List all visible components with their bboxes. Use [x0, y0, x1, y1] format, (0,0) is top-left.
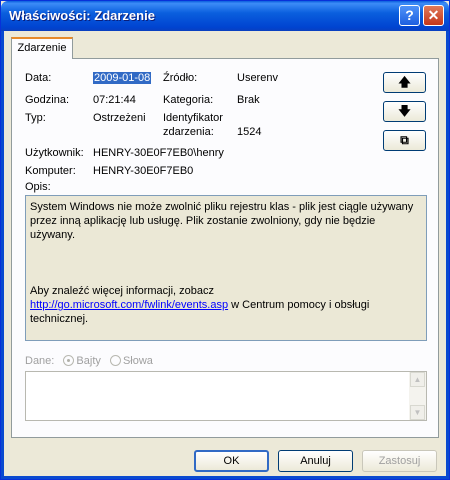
help-button[interactable]: ? [399, 5, 420, 26]
ident-value: 1524 [237, 126, 262, 138]
bytes-label: Bajty [76, 355, 101, 367]
copy-button[interactable]: ⧉ [383, 130, 426, 151]
description-text: System Windows nie może zwolnić pliku re… [30, 201, 414, 241]
scroll-down-icon[interactable]: ▼ [410, 405, 425, 420]
apply-button[interactable]: Zastosuj [362, 450, 437, 472]
bytes-option[interactable]: Bajty [63, 355, 101, 367]
kategoria-value: Brak [237, 94, 260, 106]
window-border-right [446, 31, 449, 477]
ident-label-2: zdarzenia: [163, 126, 214, 138]
description-box[interactable]: System Windows nie może zwolnić pliku re… [25, 195, 427, 341]
close-button[interactable]: ✕ [423, 5, 444, 26]
tab-zdarzenie[interactable]: Zdarzenie [11, 37, 73, 59]
uzytkownik-label: Użytkownik: [25, 147, 84, 159]
scroll-up-icon[interactable]: ▲ [410, 372, 425, 387]
typ-value: Ostrzeżeni [93, 112, 146, 124]
typ-label: Typ: [25, 112, 46, 124]
dane-label: Dane: [25, 355, 55, 367]
window-border-left [1, 31, 4, 477]
data-value[interactable]: 2009-01-08 [93, 72, 152, 84]
title-bar[interactable]: Właściwości: Zdarzenie ? ✕ [1, 1, 449, 31]
radio-empty-icon [109, 355, 121, 366]
description-more-info: Aby znaleźć więcej informacji, zobacz ht… [30, 284, 422, 326]
zrodlo-value: Userenv [237, 72, 278, 84]
radio-selected-icon [63, 355, 75, 366]
komputer-value: HENRY-30E0F7EB0 [93, 165, 194, 177]
komputer-label: Komputer: [25, 165, 76, 177]
help-link[interactable]: http://go.microsoft.com/fwlink/events.as… [30, 299, 228, 311]
properties-window: Właściwości: Zdarzenie ? ✕ Zdarzenie Dat… [0, 0, 450, 480]
previous-event-button[interactable]: 🡅 [383, 72, 426, 93]
data-format-row: Dane: Bajty Słowa [25, 355, 153, 367]
copy-icon: ⧉ [400, 133, 409, 147]
ident-label-1: Identyfikator [163, 112, 223, 124]
kategoria-label: Kategoria: [163, 94, 214, 106]
arrow-up-icon: 🡅 [398, 75, 411, 89]
uzytkownik-value: HENRY-30E0F7EB0\henry [93, 147, 224, 159]
next-event-button[interactable]: 🡇 [383, 101, 426, 122]
data-scrollbar[interactable]: ▲ ▼ [409, 372, 426, 420]
godzina-label: Godzina: [25, 94, 70, 106]
opis-label: Opis: [25, 181, 51, 193]
words-label: Słowa [122, 355, 153, 367]
godzina-value: 07:21:44 [93, 94, 136, 106]
data-box[interactable]: ▲ ▼ [25, 371, 427, 421]
arrow-down-icon: 🡇 [398, 104, 411, 118]
window-border-bottom [1, 476, 449, 479]
ok-button[interactable]: OK [194, 450, 269, 472]
window-title: Właściwości: Zdarzenie [9, 8, 155, 23]
cancel-button[interactable]: Anuluj [278, 450, 353, 472]
words-option[interactable]: Słowa [109, 355, 153, 367]
zrodlo-label: Źródło: [163, 72, 198, 84]
data-label: Data: [25, 72, 52, 84]
more-info-text: Aby znaleźć więcej informacji, zobacz [30, 285, 215, 297]
